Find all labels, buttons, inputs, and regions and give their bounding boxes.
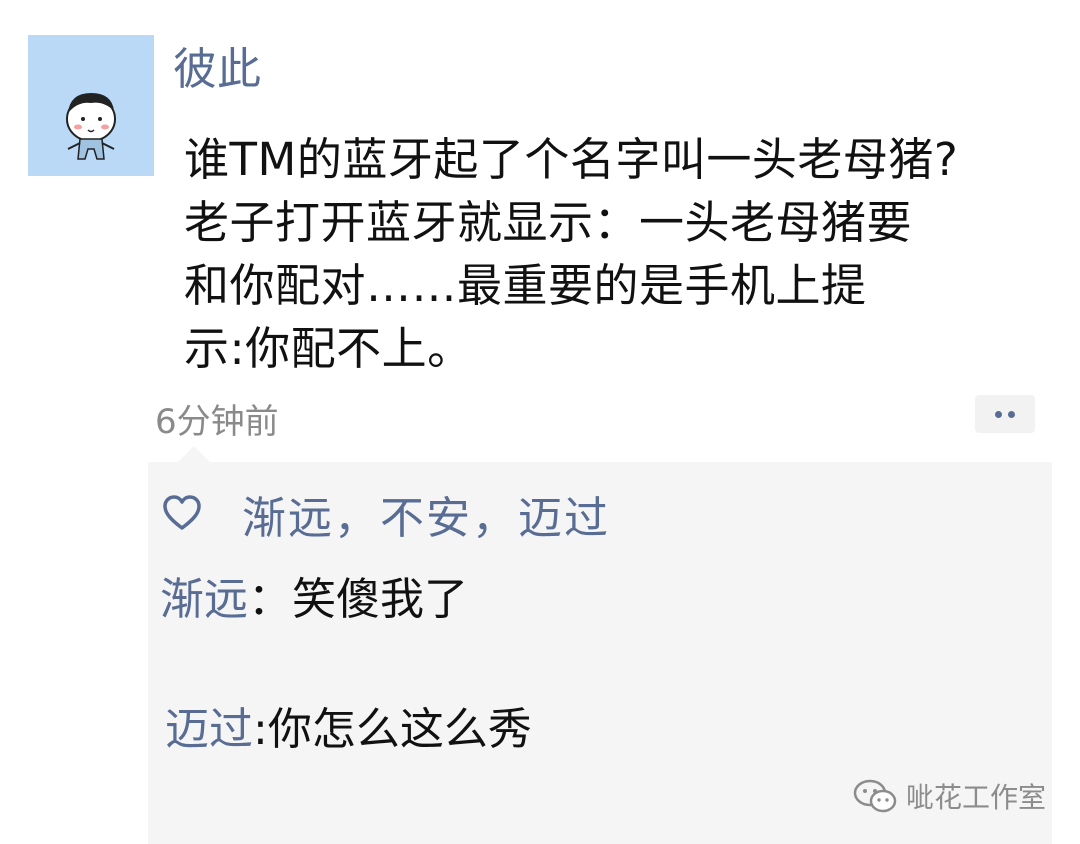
more-button[interactable]: [975, 395, 1035, 433]
comment-separator: :: [253, 704, 268, 755]
panel-arrow: [178, 446, 210, 462]
likes-row: 渐远，不安，迈过: [162, 484, 610, 544]
comment-separator: ：: [248, 574, 292, 625]
avatar[interactable]: [28, 35, 154, 176]
cartoon-baby-avatar-icon: [66, 93, 116, 160]
post-line: 示:你配不上。: [184, 322, 473, 375]
watermark: 呲花工作室: [852, 776, 1046, 816]
comment-author[interactable]: 迈过: [165, 704, 253, 755]
post-content: 谁TM的蓝牙起了个名字叫一头老母猪? 老子打开蓝牙就显示：一头老母猪要 和你配对…: [184, 128, 1064, 380]
post-line: 和你配对……最重要的是手机上提: [184, 259, 867, 312]
wechat-icon: [853, 779, 897, 813]
watermark-text: 呲花工作室: [905, 781, 1046, 814]
post-line: 老子打开蓝牙就显示：一头老母猪要: [184, 196, 913, 249]
post-line: 谁TM的蓝牙起了个名字叫一头老母猪?: [184, 133, 959, 186]
likes-names[interactable]: 渐远，不安，迈过: [242, 482, 610, 546]
post-author[interactable]: 彼此: [173, 40, 261, 100]
heart-icon: [163, 495, 201, 530]
comment[interactable]: 迈过:你怎么这么秀: [165, 700, 532, 760]
comment-text: 笑傻我了: [292, 574, 468, 625]
comment-text: 你怎么这么秀: [267, 704, 532, 755]
more-dots-icon: [995, 410, 1002, 418]
comment[interactable]: 渐远：笑傻我了: [160, 570, 468, 630]
comment-author[interactable]: 渐远: [160, 574, 248, 625]
more-dots-icon: [1008, 410, 1015, 418]
post-time: 6分钟前: [155, 402, 279, 442]
moments-post: 彼此 谁TM的蓝牙起了个名字叫一头老母猪? 老子打开蓝牙就显示：一头老母猪要 和…: [0, 0, 1080, 844]
